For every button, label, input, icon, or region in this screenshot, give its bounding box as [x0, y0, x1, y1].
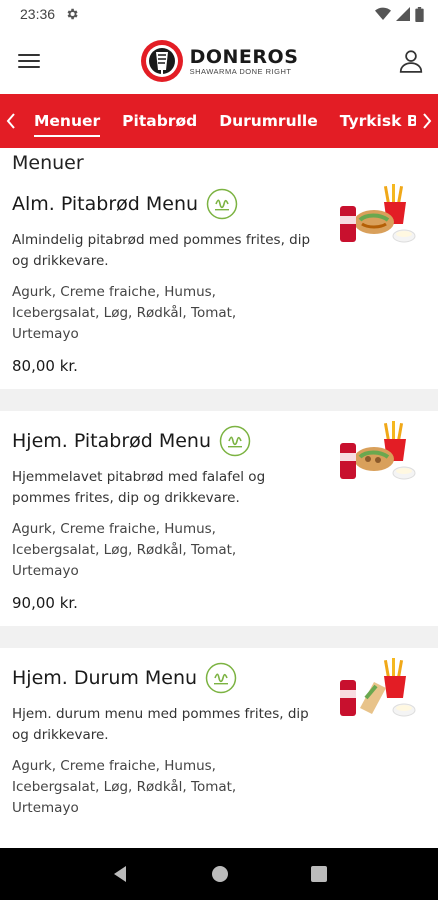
item-description: Almindelig pitabrød med pommes frites, d… — [12, 232, 311, 269]
status-bar: 23:36 — [0, 0, 438, 28]
recents-icon[interactable] — [311, 866, 327, 882]
halal-icon — [206, 188, 238, 220]
tab-durumrulle[interactable]: Durumrulle — [219, 108, 318, 134]
halal-icon — [219, 425, 251, 457]
item-price: 90,00 kr. — [12, 594, 78, 612]
item-name: Hjem. Durum Menu — [12, 667, 198, 689]
item-price: 80,00 kr. — [12, 357, 78, 375]
item-description: Hjemmelavet pitabrød med falafel og pomm… — [12, 469, 266, 506]
chevron-right-icon[interactable] — [416, 94, 438, 148]
chevron-left-icon[interactable] — [0, 94, 22, 148]
menu-item[interactable]: Alm. Pitabrød Menu Almindelig pitabrød m… — [0, 174, 438, 389]
status-time: 23:36 — [20, 6, 56, 22]
back-icon[interactable] — [111, 865, 129, 883]
divider — [0, 389, 438, 411]
item-description: Hjem. durum menu med pommes frites, dip … — [12, 706, 309, 743]
gear-icon — [67, 8, 78, 20]
item-ingredients: Agurk, Creme fraiche, Humus, Icebergsala… — [12, 284, 237, 342]
signal-icon — [396, 7, 410, 21]
item-name: Alm. Pitabrød Menu — [12, 193, 199, 215]
menu-item[interactable]: Hjem. Durum Menu Hjem. durum menu med po… — [0, 648, 438, 833]
menu-photo[interactable] — [338, 421, 418, 485]
brand-name: DONEROS — [189, 45, 299, 68]
battery-icon — [415, 6, 424, 22]
item-name: Hjem. Pitabrød Menu — [12, 430, 212, 452]
tab-pitabrod[interactable]: Pitabrød — [122, 108, 197, 134]
brand-tagline: SHAWARMA DONE RIGHT — [189, 66, 292, 76]
menu-item[interactable]: Hjem. Pitabrød Menu Hjemmelavet pitabrød… — [0, 411, 438, 626]
doneros-logo-icon — [140, 40, 183, 82]
tab-menuer[interactable]: Menuer — [34, 108, 101, 137]
category-bar: Menuer Pitabrød Durumrulle Tyrkisk Brød — [0, 94, 438, 148]
status-right — [375, 6, 424, 22]
status-left: 23:36 — [20, 6, 79, 22]
divider — [0, 626, 438, 648]
menu-photo[interactable] — [338, 658, 418, 722]
system-nav-bar — [0, 848, 438, 900]
menu-photo[interactable] — [338, 184, 418, 248]
category-tabs: Menuer Pitabrød Durumrulle Tyrkisk Brød — [22, 108, 438, 137]
wifi-icon — [375, 7, 391, 20]
brand-logo: DONEROS SHAWARMA DONE RIGHT — [140, 39, 299, 83]
item-ingredients: Agurk, Creme fraiche, Humus, Icebergsala… — [12, 521, 237, 579]
app-bar: DONEROS SHAWARMA DONE RIGHT — [0, 28, 438, 94]
halal-icon — [205, 662, 237, 694]
item-ingredients: Agurk, Creme fraiche, Humus, Icebergsala… — [12, 758, 237, 816]
section-title: Menuer — [12, 152, 84, 174]
home-icon[interactable] — [211, 865, 229, 883]
hamburger-menu-icon[interactable] — [18, 52, 40, 70]
profile-icon[interactable] — [398, 48, 424, 74]
